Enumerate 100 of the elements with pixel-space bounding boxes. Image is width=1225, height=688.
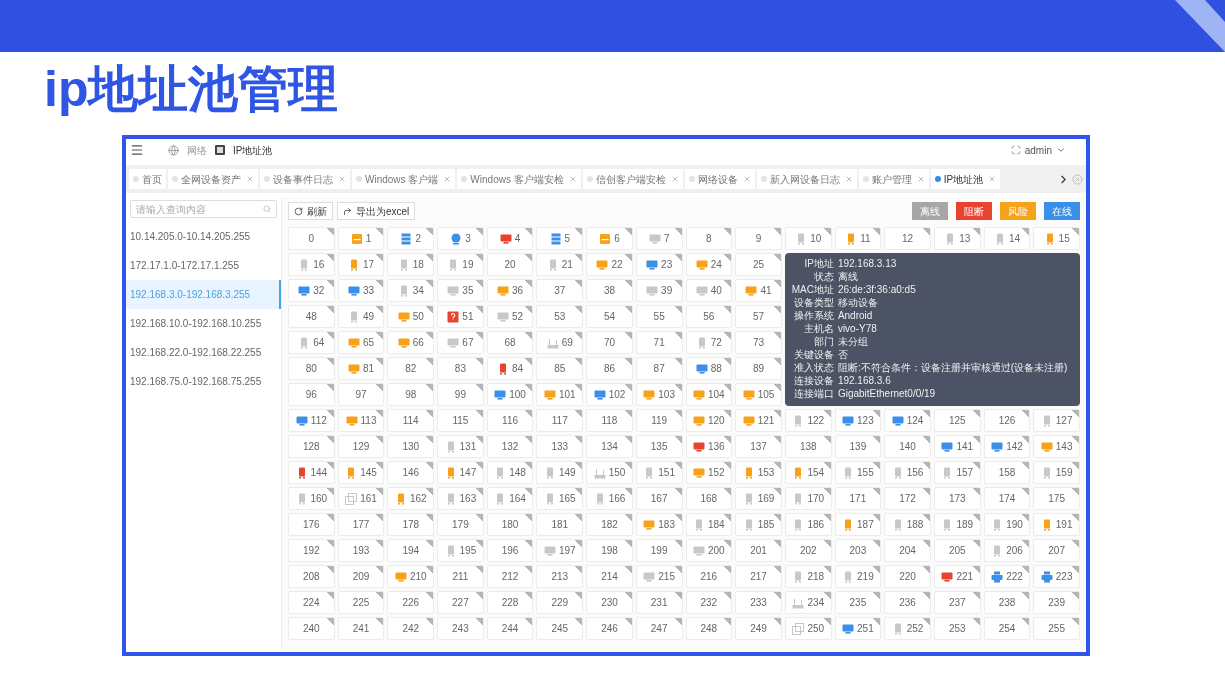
ip-cell[interactable]: 101: [536, 383, 584, 406]
ip-cell[interactable]: 226: [387, 591, 435, 614]
ip-cell[interactable]: 33: [337, 279, 385, 302]
ip-cell[interactable]: 184: [685, 513, 733, 536]
ip-cell[interactable]: 37: [536, 279, 584, 302]
refresh-button[interactable]: 刷新: [288, 202, 333, 220]
ip-cell[interactable]: 52: [486, 305, 534, 328]
ip-cell[interactable]: 150: [586, 461, 633, 484]
ip-cell[interactable]: 21: [536, 253, 584, 276]
ip-cell[interactable]: 176: [288, 513, 335, 536]
ip-cell[interactable]: 229: [536, 591, 584, 614]
ip-cell[interactable]: 190: [983, 513, 1031, 536]
ip-cell[interactable]: 253: [933, 617, 981, 640]
ip-cell[interactable]: 140: [884, 435, 931, 458]
ip-cell[interactable]: 188: [884, 513, 931, 536]
ip-cell[interactable]: 237: [933, 591, 981, 614]
tab[interactable]: Windows 客户端安检: [457, 169, 581, 189]
ip-cell[interactable]: 175: [1033, 487, 1080, 510]
ip-cell[interactable]: 215: [635, 565, 683, 588]
ip-cell[interactable]: 25: [735, 253, 782, 276]
ip-cell[interactable]: 128: [288, 435, 335, 458]
ip-cell[interactable]: 203: [834, 539, 882, 562]
ip-cell[interactable]: 157: [933, 461, 981, 484]
ip-cell[interactable]: 64: [288, 331, 335, 354]
ip-cell[interactable]: 222: [983, 565, 1031, 588]
ip-cell[interactable]: 214: [586, 565, 633, 588]
ip-cell[interactable]: 254: [983, 617, 1031, 640]
ip-cell[interactable]: 119: [635, 409, 683, 432]
ip-cell[interactable]: 161: [337, 487, 385, 510]
ip-cell[interactable]: 41: [735, 279, 782, 302]
ip-cell[interactable]: 53: [536, 305, 584, 328]
ip-cell[interactable]: 1: [337, 227, 385, 250]
export-button[interactable]: 导出为excel: [337, 202, 416, 220]
ip-cell[interactable]: 65: [337, 331, 385, 354]
ip-cell[interactable]: 127: [1033, 409, 1080, 432]
tab[interactable]: Windows 客户端: [352, 169, 456, 189]
ip-cell[interactable]: 247: [635, 617, 683, 640]
ip-cell[interactable]: 18: [387, 253, 435, 276]
ip-cell[interactable]: 68: [486, 331, 534, 354]
ip-cell[interactable]: 158: [983, 461, 1031, 484]
ip-cell[interactable]: 40: [685, 279, 733, 302]
ip-cell[interactable]: 104: [685, 383, 733, 406]
close-icon[interactable]: [742, 175, 751, 183]
ip-cell[interactable]: 204: [884, 539, 931, 562]
ip-cell[interactable]: 20: [486, 253, 534, 276]
ip-cell[interactable]: 192: [288, 539, 335, 562]
ip-cell[interactable]: 165: [536, 487, 584, 510]
tab[interactable]: 网络设备: [684, 169, 755, 189]
ip-cell[interactable]: 118: [586, 409, 633, 432]
ip-cell[interactable]: 152: [685, 461, 733, 484]
ip-cell[interactable]: 194: [387, 539, 435, 562]
fullscreen-icon[interactable]: [1010, 145, 1021, 155]
ip-cell[interactable]: 102: [586, 383, 633, 406]
ip-cell[interactable]: 156: [884, 461, 931, 484]
ip-cell[interactable]: 134: [586, 435, 633, 458]
ip-cell[interactable]: 205: [933, 539, 981, 562]
ip-cell[interactable]: 100: [486, 383, 534, 406]
ip-cell[interactable]: 174: [983, 487, 1031, 510]
ip-cell[interactable]: 224: [288, 591, 335, 614]
ip-cell[interactable]: 244: [486, 617, 534, 640]
ip-cell[interactable]: 198: [586, 539, 633, 562]
ip-cell[interactable]: 23: [635, 253, 683, 276]
ip-cell[interactable]: 142: [983, 435, 1031, 458]
ip-cell[interactable]: 201: [735, 539, 782, 562]
ip-cell[interactable]: 148: [486, 461, 534, 484]
tab[interactable]: 新入网设备日志: [756, 169, 857, 189]
ip-cell[interactable]: 189: [933, 513, 981, 536]
range-item[interactable]: 192.168.10.0-192.168.10.255: [126, 309, 281, 338]
close-icon[interactable]: [443, 175, 452, 183]
ip-cell[interactable]: 153: [735, 461, 782, 484]
ip-cell[interactable]: 125: [933, 409, 981, 432]
ip-cell[interactable]: 96: [288, 383, 335, 406]
ip-cell[interactable]: 212: [486, 565, 534, 588]
ip-cell[interactable]: 80: [288, 357, 335, 380]
ip-cell[interactable]: 138: [784, 435, 832, 458]
ip-cell[interactable]: 49: [337, 305, 385, 328]
ip-cell[interactable]: 248: [685, 617, 733, 640]
ip-cell[interactable]: 169: [735, 487, 782, 510]
ip-cell[interactable]: 13: [933, 227, 981, 250]
ip-cell[interactable]: 180: [486, 513, 534, 536]
ip-cell[interactable]: 121: [735, 409, 782, 432]
ip-cell[interactable]: 84: [486, 357, 534, 380]
ip-cell[interactable]: 120: [685, 409, 733, 432]
ip-cell[interactable]: 154: [784, 461, 832, 484]
ip-cell[interactable]: 182: [586, 513, 633, 536]
ip-cell[interactable]: 51: [437, 305, 484, 328]
ip-cell[interactable]: 71: [635, 331, 683, 354]
ip-cell[interactable]: 167: [635, 487, 683, 510]
ip-cell[interactable]: 181: [536, 513, 584, 536]
close-icon[interactable]: [568, 175, 577, 183]
ip-cell[interactable]: 11: [834, 227, 882, 250]
ip-cell[interactable]: 35: [437, 279, 484, 302]
close-icon[interactable]: [916, 175, 925, 183]
ip-cell[interactable]: 199: [635, 539, 683, 562]
ip-cell[interactable]: 55: [635, 305, 683, 328]
ip-cell[interactable]: 255: [1033, 617, 1080, 640]
ip-cell[interactable]: 223: [1033, 565, 1080, 588]
ip-cell[interactable]: 50: [387, 305, 435, 328]
ip-cell[interactable]: 145: [337, 461, 385, 484]
ip-cell[interactable]: 113: [337, 409, 385, 432]
